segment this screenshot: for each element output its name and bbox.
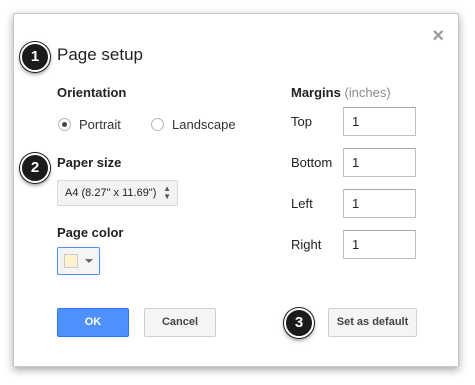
margin-bottom-input[interactable] [343, 148, 416, 177]
paper-size-label: Paper size [57, 155, 122, 170]
page-setup-dialog: × Page setup Orientation Portrait Landsc… [13, 13, 459, 367]
color-swatch [64, 254, 78, 268]
callout-marker-3: 3 [284, 308, 314, 338]
select-arrows-icon: ▲ ▼ [163, 181, 171, 205]
page-color-picker[interactable] [57, 247, 100, 275]
callout-marker-2: 2 [20, 153, 50, 183]
margins-label: Margins [291, 85, 341, 100]
set-as-default-button[interactable]: Set as default [328, 308, 417, 337]
portrait-radio[interactable]: Portrait [58, 117, 121, 132]
cancel-button[interactable]: Cancel [144, 308, 216, 337]
margin-right-label: Right [291, 237, 322, 252]
margin-top-label: Top [291, 114, 312, 129]
paper-size-value: A4 (8.27" x 11.69") [65, 187, 157, 199]
orientation-label: Orientation [57, 85, 127, 100]
margin-left-input[interactable] [343, 189, 416, 218]
close-icon[interactable]: × [432, 26, 444, 46]
portrait-radio-circle[interactable] [58, 118, 71, 131]
page-color-label: Page color [57, 225, 124, 240]
margin-bottom-label: Bottom [291, 155, 333, 170]
chevron-down-icon [85, 259, 93, 263]
margin-right-input[interactable] [343, 230, 416, 259]
margin-left-label: Left [291, 196, 313, 211]
paper-size-select[interactable]: A4 (8.27" x 11.69") ▲ ▼ [57, 180, 178, 206]
landscape-radio-circle[interactable] [151, 118, 164, 131]
dialog-title: Page setup [57, 45, 144, 64]
ok-button[interactable]: OK [57, 308, 129, 337]
portrait-radio-label: Portrait [79, 117, 121, 132]
landscape-radio-label: Landscape [172, 117, 236, 132]
margins-heading: Margins (inches) [291, 85, 391, 100]
arrow-down-icon: ▼ [163, 192, 171, 201]
callout-marker-1: 1 [20, 42, 50, 72]
landscape-radio[interactable]: Landscape [151, 117, 236, 132]
margin-top-input[interactable] [343, 107, 416, 136]
margins-unit: (inches) [344, 85, 391, 100]
